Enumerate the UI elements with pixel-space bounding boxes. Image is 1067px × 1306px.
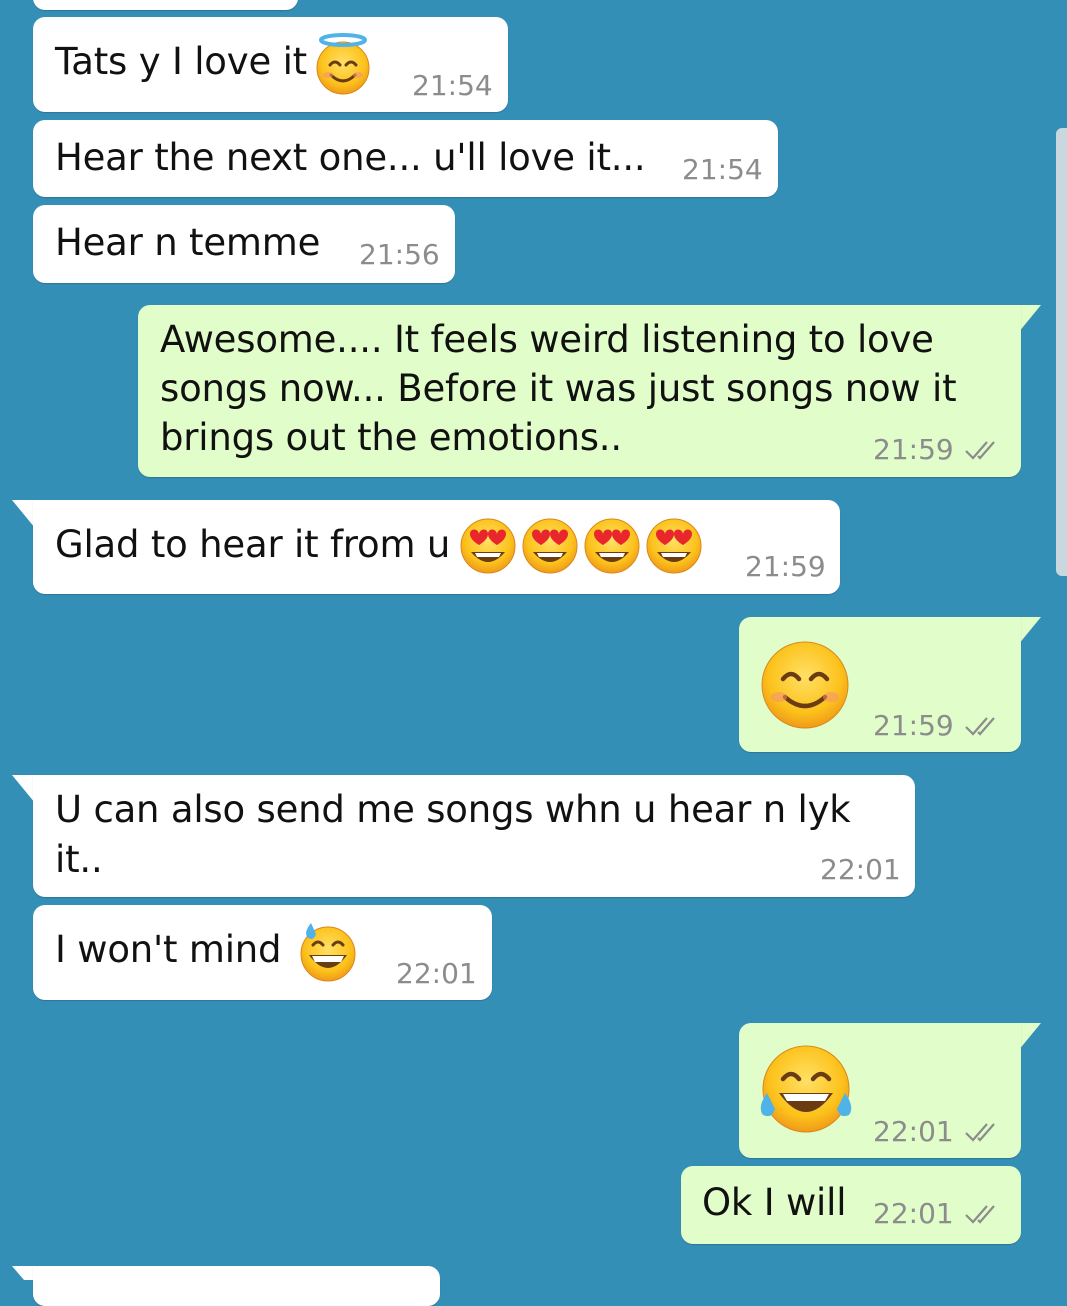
heart-eyes-face-icon (584, 518, 640, 574)
message-text: I won't mind (55, 928, 282, 971)
message-bubble[interactable]: 21:59 (739, 617, 1021, 752)
message-bubble[interactable]: Hear the next one... u'll love it... 21:… (33, 120, 778, 197)
message-time: 22:01 (873, 1197, 954, 1230)
message-bubble[interactable]: Ok I will 22:01 (681, 1166, 1021, 1244)
message-time: 21:54 (682, 153, 763, 186)
double-check-icon (965, 1205, 995, 1224)
message-text-line: Awesome.... It feels weird listening to … (160, 318, 934, 361)
smiling-face-with-halo-icon (313, 33, 373, 99)
message-time: 21:59 (873, 709, 954, 742)
chat-screen: { "colors": {"background":"#348fb6","inc… (0, 0, 1067, 1306)
message-text-line: U can also send me songs whn u hear n ly… (55, 788, 851, 831)
double-check-icon (965, 1123, 995, 1142)
heart-eyes-face-icons (457, 516, 707, 580)
message-bubble-partial-top[interactable] (33, 0, 298, 10)
message-text-line: brings out the emotions.. (160, 416, 622, 459)
message-bubble[interactable]: Hear n temme 21:56 (33, 205, 455, 283)
scrollbar-thumb[interactable] (1056, 128, 1067, 576)
message-text-line: it.. (55, 838, 103, 881)
double-check-icon (965, 717, 995, 736)
message-text: Ok I will (702, 1181, 847, 1224)
tears-of-joy-face-icon (757, 1043, 855, 1139)
message-text: Hear n temme (55, 221, 321, 264)
smiling-face-icon (759, 639, 851, 735)
message-time: 21:59 (745, 550, 826, 583)
double-check-icon (965, 441, 995, 460)
message-time: 22:01 (820, 853, 901, 886)
message-text: Glad to hear it from u (55, 523, 451, 566)
message-text: Hear the next one... u'll love it... (55, 136, 646, 179)
heart-eyes-face-icon (460, 518, 516, 574)
message-time: 22:01 (396, 957, 477, 990)
message-bubble[interactable]: Awesome.... It feels weird listening to … (138, 305, 1021, 477)
message-time: 22:01 (873, 1115, 954, 1148)
message-bubble[interactable]: U can also send me songs whn u hear n ly… (33, 775, 915, 897)
heart-eyes-face-icon (646, 518, 702, 574)
grinning-sweat-face-icon (297, 921, 359, 987)
message-bubble[interactable]: I won't mind 22:01 (33, 905, 492, 1000)
heart-eyes-face-icon (522, 518, 578, 574)
message-time: 21:59 (873, 433, 954, 466)
message-text-line: songs now... Before it was just songs no… (160, 367, 957, 410)
message-bubble-partial-bottom[interactable] (33, 1266, 440, 1306)
message-text: Tats y I love it (55, 40, 307, 83)
message-bubble[interactable]: Tats y I love it 21:54 (33, 17, 508, 112)
message-time: 21:54 (412, 69, 493, 102)
message-bubble[interactable]: Glad to hear it from u 21:59 (33, 500, 840, 594)
message-time: 21:56 (359, 238, 440, 271)
message-bubble[interactable]: 22:01 (739, 1023, 1021, 1158)
